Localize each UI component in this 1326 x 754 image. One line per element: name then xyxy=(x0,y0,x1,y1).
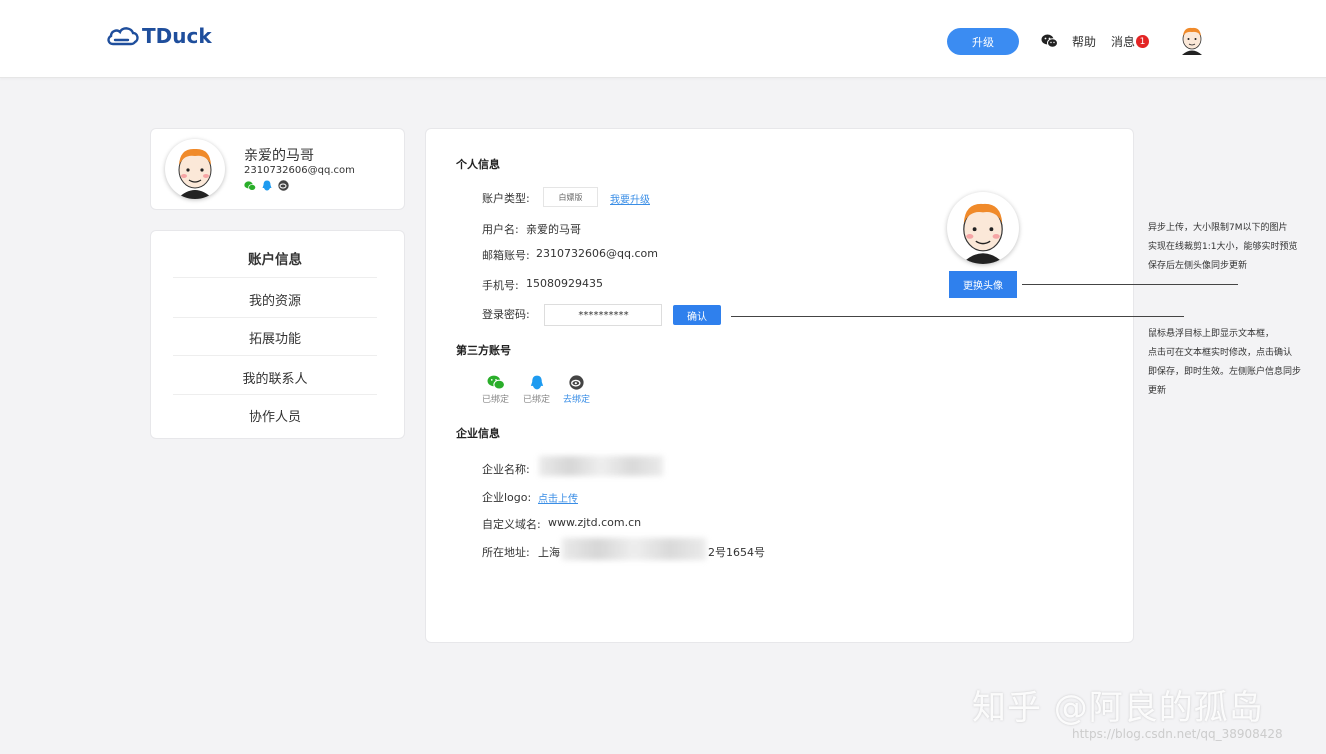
password-annotation-line xyxy=(731,316,1184,317)
weibo-binding[interactable]: 去绑定 xyxy=(563,375,590,405)
company-name-value-redacted[interactable] xyxy=(539,456,663,476)
company-name-label: 企业名称: xyxy=(482,463,530,476)
account-type-value: 白嫖版 xyxy=(543,187,598,207)
wechat-binding[interactable]: 已绑定 xyxy=(482,375,509,405)
company-logo-label: 企业logo: xyxy=(482,491,532,504)
menu-item-account-info[interactable]: 账户信息 xyxy=(173,248,377,268)
annotation-line: 即保存，即时生效。左侧账户信息同步 xyxy=(1148,367,1302,377)
qq-binding[interactable]: 已绑定 xyxy=(523,375,550,405)
cloud-logo-icon xyxy=(107,27,139,46)
annotation-line: 鼠标悬浮目标上即显示文本框， xyxy=(1148,329,1275,339)
divider xyxy=(173,394,377,395)
weibo-bind-link[interactable]: 去绑定 xyxy=(563,392,590,405)
watermark-url: https://blog.csdn.net/qq_38908428 xyxy=(1072,727,1283,741)
logo[interactable]: TDuck xyxy=(106,24,212,48)
annotation-line: 更新 xyxy=(1148,386,1167,396)
annotation-line: 异步上传，大小限制7M以下的图片 xyxy=(1148,223,1288,233)
menu-item-my-resources[interactable]: 我的资源 xyxy=(173,290,377,309)
username-value[interactable]: 亲爱的马哥 xyxy=(526,221,581,237)
divider xyxy=(173,317,377,318)
wechat-icon xyxy=(244,180,256,191)
annotation-line: 点击可在文本框实时修改，点击确认 xyxy=(1148,348,1293,358)
phone-label: 手机号: xyxy=(482,279,519,292)
menu-item-extensions[interactable]: 拓展功能 xyxy=(173,328,377,347)
account-type-label: 账户类型: xyxy=(482,192,530,205)
top-header: TDuck 升级 帮助 消息 1 xyxy=(0,0,1326,78)
address-redacted xyxy=(562,538,706,560)
profile-email: 2310732606@qq.com xyxy=(244,165,355,176)
profile-card: 亲爱的马哥 2310732606@qq.com xyxy=(150,128,405,210)
phone-value[interactable]: 15080929435 xyxy=(526,277,603,290)
change-avatar-button[interactable]: 更换头像 xyxy=(949,271,1017,298)
user-avatar[interactable] xyxy=(1178,24,1206,56)
weibo-icon xyxy=(278,180,289,191)
account-menu: 账户信息 我的资源 拓展功能 我的联系人 协作人员 xyxy=(150,230,405,439)
address-suffix[interactable]: 2号1654号 xyxy=(708,544,765,560)
avatar-annotation: 异步上传，大小限制7M以下的图片 实现在线裁剪1:1大小，能够实时预览 保存后左… xyxy=(1148,219,1298,276)
help-link[interactable]: 帮助 xyxy=(1072,33,1096,50)
upgrade-button[interactable]: 升级 xyxy=(947,28,1019,55)
wechat-status: 已绑定 xyxy=(482,395,510,405)
account-info-panel: 个人信息 账户类型: 白嫖版 我要升级 用户名: 亲爱的马哥 邮箱账号: 231… xyxy=(425,128,1134,643)
email-label: 邮箱账号: xyxy=(482,249,530,262)
upload-logo-link[interactable]: 点击上传 xyxy=(538,490,578,505)
annotation-line: 保存后左侧头像同步更新 xyxy=(1148,261,1248,271)
menu-item-collaborators[interactable]: 协作人员 xyxy=(173,406,377,425)
profile-avatar-large xyxy=(947,192,1019,264)
profile-avatar xyxy=(165,139,225,199)
upgrade-link[interactable]: 我要升级 xyxy=(610,191,650,206)
password-annotation: 鼠标悬浮目标上即显示文本框， 点击可在文本框实时修改，点击确认 即保存，即时生效… xyxy=(1148,325,1301,401)
weibo-icon xyxy=(569,375,584,390)
password-input[interactable] xyxy=(544,304,662,326)
personal-info-title: 个人信息 xyxy=(456,158,500,171)
custom-domain-value[interactable]: www.zjtd.com.cn xyxy=(548,516,641,529)
address-prefix[interactable]: 上海 xyxy=(538,544,560,560)
qq-status: 已绑定 xyxy=(523,395,551,405)
enterprise-info-title: 企业信息 xyxy=(456,427,500,440)
profile-name: 亲爱的马哥 xyxy=(244,148,314,164)
message-count-badge: 1 xyxy=(1136,35,1149,48)
divider xyxy=(173,355,377,356)
confirm-button[interactable]: 确认 xyxy=(673,305,721,325)
password-label: 登录密码: xyxy=(482,308,530,321)
username-label: 用户名: xyxy=(482,223,519,236)
messages-link[interactable]: 消息 xyxy=(1111,33,1135,50)
watermark: 知乎 @阿良的孤岛 xyxy=(972,688,1264,728)
divider xyxy=(173,277,377,278)
wechat-icon xyxy=(487,375,505,390)
email-value[interactable]: 2310732606@qq.com xyxy=(536,247,658,260)
qq-icon xyxy=(530,375,543,390)
profile-bindings xyxy=(244,180,289,191)
qq-icon xyxy=(262,180,272,191)
third-party-title: 第三方账号 xyxy=(456,344,511,357)
custom-domain-label: 自定义域名: xyxy=(482,518,541,531)
wechat-icon[interactable] xyxy=(1041,33,1058,52)
annotation-line: 实现在线裁剪1:1大小，能够实时预览 xyxy=(1148,242,1298,252)
logo-text: TDuck xyxy=(142,24,212,48)
menu-item-contacts[interactable]: 我的联系人 xyxy=(173,368,377,387)
avatar-annotation-line xyxy=(1022,284,1238,285)
address-label: 所在地址: xyxy=(482,546,530,559)
